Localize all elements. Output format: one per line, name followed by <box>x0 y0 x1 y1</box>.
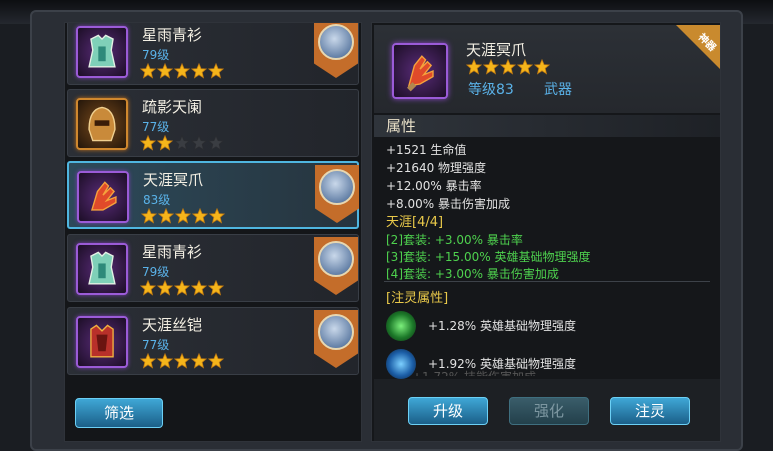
star-filled-icon <box>173 62 191 79</box>
attribute-line: +12.00% 暴击率 <box>386 179 482 193</box>
star-filled-icon <box>156 279 174 296</box>
star-filled-icon <box>139 352 157 369</box>
star-filled-icon <box>174 207 192 224</box>
set-bonus-line: [2]套装: +3.00% 暴击率 <box>386 233 523 247</box>
star-filled-icon <box>190 352 208 369</box>
injection-row: +1.28% 英雄基础物理强度 <box>386 311 716 347</box>
set-title: 天涯[4/4] <box>386 215 444 230</box>
helmet-icon <box>76 98 128 150</box>
filter-button[interactable]: 筛选 <box>75 398 163 428</box>
star-filled-icon <box>208 207 226 224</box>
detail-header: 天涯冥爪 等级83 武器 神器 <box>374 25 720 113</box>
star-rating <box>139 134 225 151</box>
claw-weapon-icon <box>392 43 448 99</box>
equipment-list[interactable]: 星雨青衫 79级 疏影天阑 77级 天涯冥爪 83级 星雨青衫 79级 天涯丝铠 77级 <box>67 23 361 379</box>
star-filled-icon <box>140 207 158 224</box>
equipment-item[interactable]: 疏影天阑 77级 <box>67 89 359 157</box>
star-filled-icon <box>190 62 208 79</box>
hero-portrait-icon[interactable] <box>314 23 358 78</box>
hero-portrait-icon[interactable] <box>315 165 359 223</box>
injection-partial-text: +1.72% 技能伤害加成 <box>412 368 536 376</box>
detail-name: 天涯冥爪 <box>466 41 527 59</box>
equipment-level: 83级 <box>143 193 171 207</box>
equipment-list-panel: 星雨青衫 79级 疏影天阑 77级 天涯冥爪 83级 星雨青衫 79级 天涯丝铠 77级 筛选 <box>64 22 362 442</box>
attribute-line: +21640 物理强度 <box>386 161 487 175</box>
equipment-name: 天涯冥爪 <box>143 171 204 189</box>
inject-button[interactable]: 注灵 <box>610 397 690 425</box>
star-rating <box>139 352 225 369</box>
injection-title: [注灵属性] <box>386 291 449 306</box>
star-filled-icon <box>173 279 191 296</box>
star-filled-icon <box>516 58 534 75</box>
star-rating <box>139 279 225 296</box>
equipment-name: 星雨青衫 <box>142 26 203 44</box>
injection-text: +1.28% 英雄基础物理强度 <box>428 319 576 333</box>
action-bar: 升级 强化 注灵 <box>374 379 720 441</box>
robe-armor-icon <box>76 243 128 295</box>
star-filled-icon <box>139 134 157 151</box>
star-filled-icon <box>533 58 551 75</box>
attribute-line: +1521 生命值 <box>386 143 467 157</box>
claw-weapon-icon <box>77 171 129 223</box>
robe-armor-icon <box>76 26 128 78</box>
star-filled-icon <box>156 62 174 79</box>
hero-portrait-icon[interactable] <box>314 237 358 295</box>
star-filled-icon <box>465 58 483 75</box>
equipment-level: 79级 <box>142 48 170 62</box>
star-filled-icon <box>191 207 209 224</box>
hero-portrait-icon[interactable] <box>314 310 358 368</box>
star-filled-icon <box>190 279 208 296</box>
equipment-item[interactable]: 星雨青衫 79级 <box>67 23 359 85</box>
equipment-item[interactable]: 星雨青衫 79级 <box>67 234 359 302</box>
equipment-item[interactable]: 天涯丝铠 77级 <box>67 307 359 375</box>
star-filled-icon <box>499 58 517 75</box>
attributes-list: +1521 生命值 +21640 物理强度 +12.00% 暴击率 +8.00%… <box>386 141 716 283</box>
star-filled-icon <box>139 62 157 79</box>
star-empty-icon <box>207 134 225 151</box>
equipment-name: 疏影天阑 <box>142 98 203 116</box>
star-filled-icon <box>173 352 191 369</box>
silk-armor-icon <box>76 316 128 368</box>
artifact-tag: 神器 <box>676 25 720 69</box>
attributes-section-title: 属性 <box>374 115 720 137</box>
equipment-item[interactable]: 天涯冥爪 83级 <box>67 161 359 229</box>
star-filled-icon <box>482 58 500 75</box>
divider <box>384 281 710 282</box>
detail-stars <box>465 58 551 75</box>
set-bonus-line: [3]套装: +15.00% 英雄基础物理强度 <box>386 250 591 264</box>
star-filled-icon <box>139 279 157 296</box>
star-rating <box>139 62 225 79</box>
star-filled-icon <box>207 279 225 296</box>
equipment-name: 星雨青衫 <box>142 243 203 261</box>
enhance-button[interactable]: 强化 <box>509 397 589 425</box>
star-empty-icon <box>173 134 191 151</box>
detail-type: 武器 <box>544 82 572 98</box>
star-filled-icon <box>157 207 175 224</box>
detail-level: 等级83 <box>468 82 514 98</box>
equipment-level: 79级 <box>142 265 170 279</box>
star-rating <box>140 207 226 224</box>
equipment-level: 77级 <box>142 338 170 352</box>
green-orb-icon <box>386 311 416 341</box>
attribute-line: +8.00% 暴击伤害加成 <box>386 197 510 211</box>
star-empty-icon <box>190 134 208 151</box>
equipment-name: 天涯丝铠 <box>142 316 203 334</box>
star-filled-icon <box>156 352 174 369</box>
equipment-level: 77级 <box>142 120 170 134</box>
equipment-detail-panel: 天涯冥爪 等级83 武器 神器 属性 +1521 生命值 +21640 物理强度… <box>371 22 721 442</box>
star-filled-icon <box>207 352 225 369</box>
upgrade-button[interactable]: 升级 <box>408 397 488 425</box>
star-filled-icon <box>207 62 225 79</box>
star-filled-icon <box>156 134 174 151</box>
